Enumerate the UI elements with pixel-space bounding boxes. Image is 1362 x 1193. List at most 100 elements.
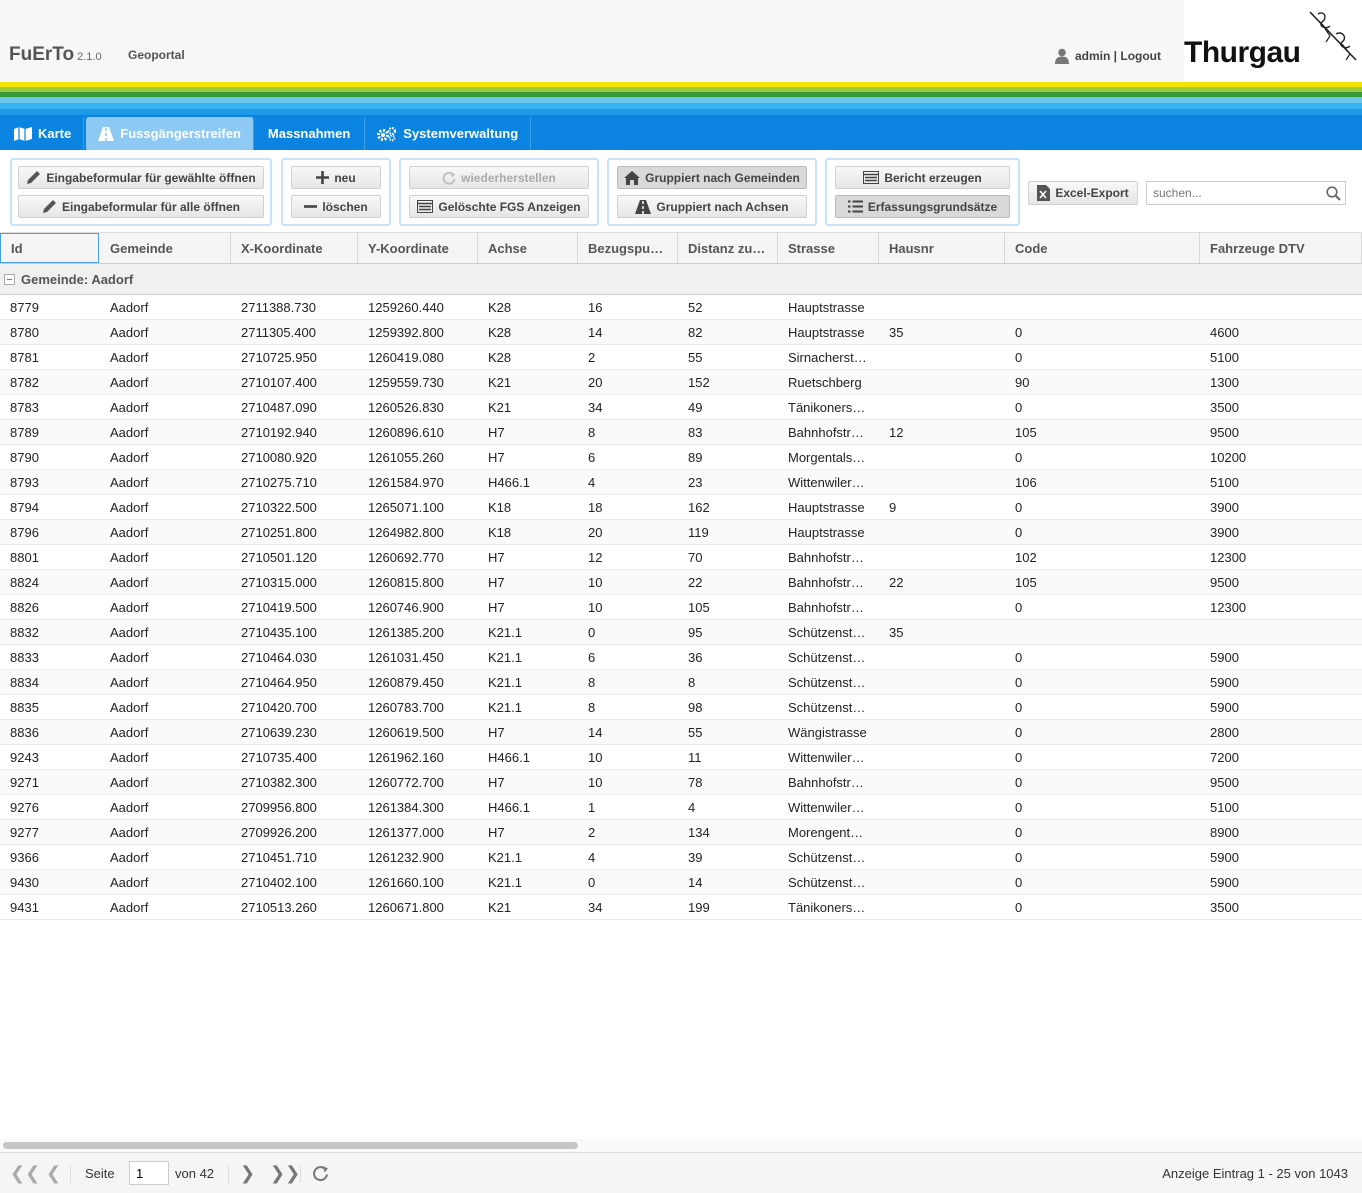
cell-y-koordinate: 1265071.100 — [368, 500, 444, 515]
table-row[interactable]: 8782 Aadorf 2710107.400 1259559.730 K21 20 152… — [0, 370, 1362, 395]
scrollbar-thumb[interactable] — [3, 1142, 578, 1149]
tab-karte[interactable]: Karte — [2, 117, 85, 150]
cell-achse: H7 — [488, 425, 505, 440]
search-icon[interactable] — [1326, 186, 1341, 201]
tab-fussgaengerstreifen[interactable]: Fussgängerstreifen — [86, 117, 254, 150]
cell-gemeinde: Aadorf — [110, 575, 149, 590]
tab-massnahmen[interactable]: Massnahmen — [254, 117, 366, 150]
new-button[interactable]: neu — [291, 166, 381, 189]
table-row[interactable]: 8833 Aadorf 2710464.030 1261031.450 K21.1 6 36… — [0, 645, 1362, 670]
table-row[interactable]: 8832 Aadorf 2710435.100 1261385.200 K21.1 0 95… — [0, 620, 1362, 645]
cell-distanz: 89 — [688, 450, 703, 465]
column-header-hausnr[interactable]: Hausnr — [879, 233, 1005, 263]
table-row[interactable]: 9243 Aadorf 2710735.400 1261962.160 H466.1 10… — [0, 745, 1362, 770]
collapse-icon[interactable] — [4, 273, 15, 285]
cell-hausnr — [879, 520, 1005, 545]
table-row[interactable]: 8834 Aadorf 2710464.950 1260879.450 K21.1 8 8 S… — [0, 670, 1362, 695]
cell-id: 8801 — [10, 550, 39, 565]
column-header-x-koordinate[interactable]: X-Koordinate — [231, 233, 358, 263]
tab-systemverwaltung[interactable]: Systemverwaltung — [365, 117, 532, 150]
cell-y-koordinate: 1261232.900 — [368, 850, 444, 865]
excel-export-button[interactable]: Excel-Export — [1028, 181, 1138, 205]
user-menu[interactable]: admin | Logout — [1055, 48, 1161, 64]
horizontal-scrollbar[interactable] — [0, 1139, 1362, 1152]
table-row[interactable]: 8790 Aadorf 2710080.920 1261055.260 H7 6 89 Mor… — [0, 445, 1362, 470]
cell-x-koordinate: 2710735.400 — [241, 750, 317, 765]
column-header-gemeinde[interactable]: Gemeinde — [100, 233, 231, 263]
table-row[interactable]: 8781 Aadorf 2710725.950 1260419.080 K28 2 55 Si… — [0, 345, 1362, 370]
table-row[interactable]: 9430 Aadorf 2710402.100 1261660.100 K21.1 0 14… — [0, 870, 1362, 895]
table-row[interactable]: 8835 Aadorf 2710420.700 1260783.700 K21.1 8 98… — [0, 695, 1362, 720]
table-row[interactable]: 8826 Aadorf 2710419.500 1260746.900 H7 10 105 B… — [0, 595, 1362, 620]
table-row[interactable]: 8796 Aadorf 2710251.800 1264982.800 K18 20 119… — [0, 520, 1362, 545]
table-row[interactable]: 8794 Aadorf 2710322.500 1265071.100 K18 18 162… — [0, 495, 1362, 520]
group-label: Gemeinde: Aadorf — [21, 271, 134, 287]
cell-gemeinde: Aadorf — [110, 300, 149, 315]
column-header-code[interactable]: Code — [1005, 233, 1200, 263]
excel-export-label: Excel-Export — [1055, 186, 1129, 200]
previous-page-icon[interactable]: ❮ — [46, 1163, 61, 1184]
user-logout-link[interactable]: admin | Logout — [1075, 49, 1161, 63]
cell-y-koordinate: 1261377.000 — [368, 825, 444, 840]
group-by-axis-button[interactable]: Gruppiert nach Achsen — [617, 195, 807, 218]
table-row[interactable]: 8824 Aadorf 2710315.000 1260815.800 H7 10 22 Ba… — [0, 570, 1362, 595]
table-row[interactable]: 8789 Aadorf 2710192.940 1260896.610 H7 8 83 Bah… — [0, 420, 1362, 445]
cell-fahrzeuge-dtv: 3900 — [1210, 500, 1239, 515]
column-header-id[interactable]: Id — [0, 233, 99, 263]
cell-gemeinde: Aadorf — [110, 650, 149, 665]
table-row[interactable]: 8801 Aadorf 2710501.120 1260692.770 H7 12 70 Ba… — [0, 545, 1362, 570]
table-row[interactable]: 9366 Aadorf 2710451.710 1261232.900 K21.1 4 39… — [0, 845, 1362, 870]
form-button-group: Eingabeformular für gewählte öffnen Eing… — [10, 158, 272, 226]
cell-code: 0 — [1015, 525, 1023, 540]
open-all-form-button[interactable]: Eingabeformular für alle öffnen — [18, 195, 264, 218]
cell-x-koordinate: 2710275.710 — [241, 475, 317, 490]
table-row[interactable]: 8836 Aadorf 2710639.230 1260619.500 H7 14 55 Wä… — [0, 720, 1362, 745]
geoportal-link[interactable]: Geoportal — [128, 48, 185, 62]
table-row[interactable]: 8793 Aadorf 2710275.710 1261584.970 H466.1 4 2… — [0, 470, 1362, 495]
cell-x-koordinate: 2710322.500 — [241, 500, 317, 515]
column-header-fahrzeuge-dtv[interactable]: Fahrzeuge DTV — [1200, 233, 1362, 263]
page-number-input[interactable] — [129, 1161, 169, 1185]
thurgau-logo: Thurgau — [1184, 0, 1362, 82]
table-row[interactable]: 9277 Aadorf 2709926.200 1261377.000 H7 2 134 Mo… — [0, 820, 1362, 845]
cell-achse: K28 — [488, 350, 512, 365]
table-row[interactable]: 9431 Aadorf 2710513.260 1260671.800 K21 34 199… — [0, 895, 1362, 920]
first-page-icon[interactable]: ❮❮ — [10, 1163, 40, 1184]
table-row[interactable]: 8779 Aadorf 2711388.730 1259260.440 K28 16 52 H… — [0, 295, 1362, 320]
cell-gemeinde: Aadorf — [110, 850, 149, 865]
group-by-municipality-button[interactable]: Gruppiert nach Gemeinden — [617, 166, 807, 189]
cell-code: 0 — [1015, 875, 1023, 890]
cell-gemeinde: Aadorf — [110, 825, 149, 840]
list-table-icon — [863, 171, 880, 184]
cell-distanz: 55 — [688, 725, 703, 740]
column-header-distanz[interactable]: Distanz zu… — [678, 233, 778, 263]
table-row[interactable]: 9271 Aadorf 2710382.300 1260772.700 H7 10 78 Ba… — [0, 770, 1362, 795]
delete-button[interactable]: löschen — [291, 195, 381, 218]
cell-gemeinde: Aadorf — [110, 625, 149, 640]
next-page-icon[interactable]: ❯ — [240, 1163, 255, 1184]
capture-principles-button[interactable]: Erfassungsgrundsätze — [835, 195, 1010, 218]
cell-strasse: Wittenwiler… — [788, 750, 865, 765]
group-header-row[interactable]: Gemeinde: Aadorf — [0, 264, 1362, 295]
column-header-achse[interactable]: Achse — [478, 233, 578, 263]
cell-y-koordinate: 1259392.800 — [368, 325, 444, 340]
table-row[interactable]: 8783 Aadorf 2710487.090 1260526.830 K21 34 49 T… — [0, 395, 1362, 420]
cell-code — [1005, 295, 1200, 320]
refresh-icon[interactable] — [312, 1165, 329, 1182]
last-page-icon[interactable]: ❯❯ — [270, 1163, 300, 1184]
cell-fahrzeuge-dtv: 5100 — [1210, 350, 1239, 365]
column-header-strasse[interactable]: Strasse — [778, 233, 879, 263]
show-deleted-button[interactable]: Gelöschte FGS Anzeigen — [409, 195, 589, 218]
cell-id: 8824 — [10, 575, 39, 590]
create-report-button[interactable]: Bericht erzeugen — [835, 166, 1010, 189]
column-header-y-koordinate[interactable]: Y-Koordinate — [358, 233, 478, 263]
app-header: FuErTo 2.1.0 Geoportal admin | Logout Thu… — [0, 0, 1362, 82]
search-input[interactable] — [1147, 182, 1317, 204]
table-row[interactable]: 8780 Aadorf 2711305.400 1259392.800 K28 14 82 H… — [0, 320, 1362, 345]
cell-id: 8832 — [10, 625, 39, 640]
column-header-bezugspunkt[interactable]: Bezugspu… — [578, 233, 678, 263]
restore-button[interactable]: wiederherstellen — [409, 166, 589, 189]
table-row[interactable]: 9276 Aadorf 2709956.800 1261384.300 H466.1 1 4… — [0, 795, 1362, 820]
cell-hausnr — [879, 595, 1005, 620]
open-selected-form-button[interactable]: Eingabeformular für gewählte öffnen — [18, 166, 264, 189]
